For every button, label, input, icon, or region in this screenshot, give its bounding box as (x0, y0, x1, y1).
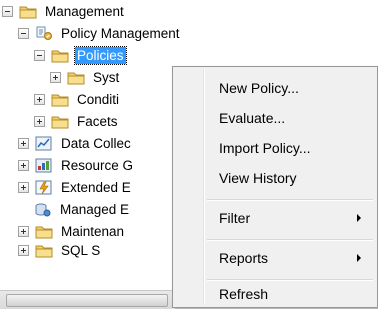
tree-node-management[interactable]: Management (2, 0, 126, 22)
collapse-toggle[interactable] (34, 49, 45, 61)
menu-item-view-history[interactable]: View History (175, 163, 375, 193)
tree-node-policy-management[interactable]: Policy Management (18, 22, 182, 44)
menu-item-label: Evaluate... (219, 110, 286, 126)
tree-node-extended-events[interactable]: Extended E (18, 176, 133, 198)
folder-icon (67, 72, 85, 84)
folder-icon (35, 226, 53, 238)
horizontal-scrollbar[interactable] (0, 290, 172, 309)
tree-node-maintenance[interactable]: Maintenan (18, 220, 126, 242)
menu-item-label: View History (219, 170, 297, 186)
managed-backup-icon (35, 203, 51, 216)
tree-node-managed-backup[interactable]: Managed E (34, 198, 131, 220)
menu-separator (207, 199, 373, 201)
tree-node-conditions[interactable]: Conditi (34, 88, 121, 110)
tree-node-policies[interactable]: Policies (34, 44, 127, 66)
menu-item-label: New Policy... (219, 80, 299, 96)
tree-node-label: Maintenan (61, 223, 125, 239)
tree-node-sql-server[interactable]: SQL S (18, 242, 102, 258)
tree-node-system-policies[interactable]: Syst (50, 66, 121, 88)
tree-node-label: Management (45, 3, 124, 19)
data-collection-icon (35, 136, 52, 150)
menu-item-evaluate[interactable]: Evaluate... (175, 103, 375, 133)
menu-item-refresh[interactable]: Refresh (175, 279, 375, 309)
tree-node-label: Facets (77, 113, 118, 129)
tree-node-label: SQL S (61, 242, 101, 258)
policy-management-icon (36, 26, 52, 40)
menu-item-label: Filter (219, 210, 251, 226)
expand-toggle[interactable] (18, 181, 29, 193)
expand-toggle[interactable] (18, 225, 29, 237)
collapse-toggle[interactable] (2, 5, 13, 17)
menu-item-filter[interactable]: Filter (175, 203, 375, 233)
tree-node-resource-governor[interactable]: Resource G (18, 154, 135, 176)
folder-icon (19, 6, 37, 18)
menu-separator (207, 239, 373, 241)
expand-toggle[interactable] (18, 137, 29, 149)
collapse-toggle[interactable] (18, 27, 29, 39)
menu-item-import-policy[interactable]: Import Policy... (175, 133, 375, 163)
tree-node-label: Resource G (61, 157, 134, 173)
extended-events-icon (35, 180, 52, 194)
submenu-arrow-icon (357, 254, 361, 262)
menu-item-reports[interactable]: Reports (175, 243, 375, 273)
tree-node-facets[interactable]: Facets (34, 110, 120, 132)
menu-item-label: Reports (219, 250, 269, 266)
expand-toggle[interactable] (18, 159, 29, 171)
context-menu: New Policy... Evaluate... Import Policy.… (172, 66, 378, 308)
menu-item-new-policy[interactable]: New Policy... (175, 73, 375, 103)
folder-icon (51, 116, 69, 128)
scrollbar-thumb[interactable] (6, 294, 168, 307)
tree-node-label: Policy Management (61, 25, 180, 41)
resource-governor-icon (35, 158, 52, 172)
tree-node-label: Data Collec (61, 135, 131, 151)
expand-toggle[interactable] (34, 93, 45, 105)
menu-item-label: Import Policy... (219, 140, 311, 156)
folder-icon (35, 245, 53, 257)
tree-node-label: Extended E (61, 179, 131, 195)
expand-toggle[interactable] (50, 71, 61, 83)
folder-icon (51, 50, 69, 62)
submenu-arrow-icon (357, 214, 361, 222)
menu-item-label: Refresh (219, 286, 269, 302)
folder-icon (51, 94, 69, 106)
expand-toggle[interactable] (18, 244, 29, 256)
tree-node-label: Managed E (60, 201, 130, 217)
expand-toggle[interactable] (34, 115, 45, 127)
tree-node-label: Policies (74, 45, 127, 65)
tree-node-label: Conditi (77, 91, 120, 107)
tree-node-label: Syst (93, 69, 120, 85)
tree-node-data-collection[interactable]: Data Collec (18, 132, 133, 154)
